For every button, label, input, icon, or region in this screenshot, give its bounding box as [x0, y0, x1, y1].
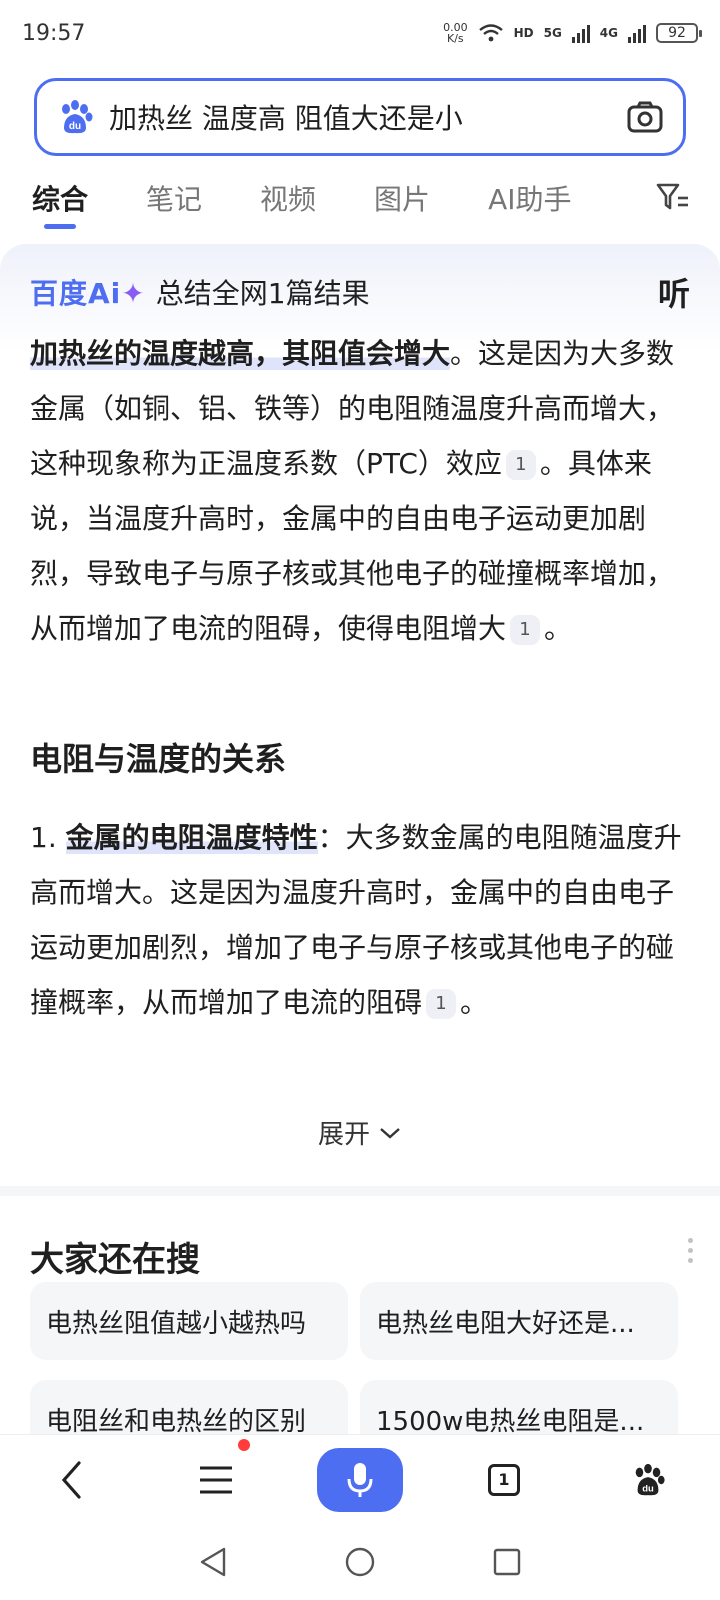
- svg-text:du: du: [642, 1483, 654, 1494]
- search-input[interactable]: 加热丝 温度高 阻值大还是小: [109, 97, 625, 137]
- baidu-paw-icon: du: [635, 1463, 665, 1495]
- tab-images[interactable]: 图片: [374, 173, 430, 223]
- tab-ai-assistant[interactable]: AI助手: [488, 173, 571, 223]
- system-home-button[interactable]: [340, 1542, 380, 1582]
- notification-dot: [238, 1438, 250, 1451]
- hd-label: HD: [513, 26, 534, 40]
- expand-button[interactable]: 展开: [0, 1114, 720, 1151]
- signal-4g-icon: [628, 25, 646, 43]
- signal-4g-label: 4G: [599, 26, 618, 40]
- listen-button[interactable]: 听: [658, 269, 690, 315]
- section-divider: [0, 1186, 720, 1196]
- square-recents-icon: [493, 1548, 520, 1576]
- answer-highlight: 加热丝的温度越高，其阻值会增大: [30, 337, 451, 370]
- ai-answer-paragraph: 加热丝的温度越高，其阻值会增大。这是因为大多数金属（如铜、铝、铁等）的电阻随温度…: [30, 337, 675, 645]
- tab-videos[interactable]: 视频: [260, 173, 316, 223]
- signal-5g-icon: [571, 25, 590, 43]
- camera-icon[interactable]: [625, 97, 665, 137]
- back-button[interactable]: [0, 1435, 144, 1525]
- tabs-button[interactable]: 1: [432, 1435, 576, 1525]
- status-bar: 19:57 0.00 K/s HD 5G 4G 92: [0, 0, 720, 66]
- baidu-paw-icon: du: [55, 97, 95, 137]
- ai-answer-card: 百度Ai✦ 总结全网1篇结果 听 加热丝的温度越高，其阻值会增大。这是因为大多数…: [0, 244, 720, 1182]
- chevron-down-icon: [380, 1127, 400, 1139]
- voice-button-bg[interactable]: [317, 1447, 403, 1512]
- more-options-icon[interactable]: [688, 1238, 696, 1268]
- system-nav-bar: [0, 1524, 720, 1600]
- status-time: 19:57: [22, 20, 86, 46]
- wifi-icon: [478, 24, 503, 42]
- chevron-left-icon: [61, 1460, 81, 1499]
- also-search-title: 大家还在搜: [30, 1240, 200, 1280]
- signal-5g-label: 5G: [543, 26, 562, 40]
- system-back-button[interactable]: [193, 1542, 233, 1582]
- menu-icon: [200, 1466, 232, 1493]
- baidu-home-button[interactable]: du: [576, 1435, 720, 1525]
- content-fade: [0, 1014, 720, 1084]
- search-bar[interactable]: du 加热丝 温度高 阻值大还是小: [34, 78, 686, 156]
- svg-text:du: du: [69, 121, 81, 132]
- list-highlight: 金属的电阻温度特性: [65, 821, 318, 854]
- microphone-icon: [347, 1462, 373, 1497]
- ai-summary-label: 总结全网1篇结果: [155, 277, 370, 310]
- bottom-nav: 1 du: [0, 1434, 720, 1524]
- citation-ref[interactable]: 1: [510, 615, 541, 645]
- ai-card-header: 百度Ai✦ 总结全网1篇结果 听: [30, 270, 690, 314]
- citation-ref[interactable]: 1: [505, 450, 536, 480]
- tab-notes[interactable]: 笔记: [146, 173, 202, 223]
- tab-all[interactable]: 综合: [32, 173, 88, 229]
- battery-icon: 92: [656, 23, 702, 43]
- related-search-chip[interactable]: 电热丝电阻大好还是...: [360, 1282, 678, 1360]
- circle-home-icon: [345, 1547, 375, 1577]
- ai-answer-list-item: 1. 金属的电阻温度特性：大多数金属的电阻随温度升高而增大。这是因为温度升高时，…: [30, 821, 682, 1019]
- network-speed: 0.00 K/s: [443, 21, 468, 45]
- menu-button[interactable]: [144, 1435, 288, 1525]
- sparkle-icon: ✦: [121, 277, 146, 310]
- status-indicators: 0.00 K/s HD 5G 4G 92: [443, 21, 702, 45]
- system-recents-button[interactable]: [487, 1542, 527, 1582]
- tab-count-icon: 1: [488, 1463, 520, 1496]
- search-tabs: 综合 笔记 视频 图片 AI助手: [0, 168, 720, 229]
- triangle-back-icon: [201, 1547, 226, 1577]
- section-title: 电阻与温度的关系: [30, 740, 287, 778]
- related-search-chip[interactable]: 电热丝阻值越小越热吗: [30, 1282, 348, 1360]
- voice-search-button[interactable]: [288, 1435, 432, 1525]
- filter-icon[interactable]: [656, 182, 690, 212]
- baidu-ai-logo: 百度Ai✦: [30, 277, 146, 310]
